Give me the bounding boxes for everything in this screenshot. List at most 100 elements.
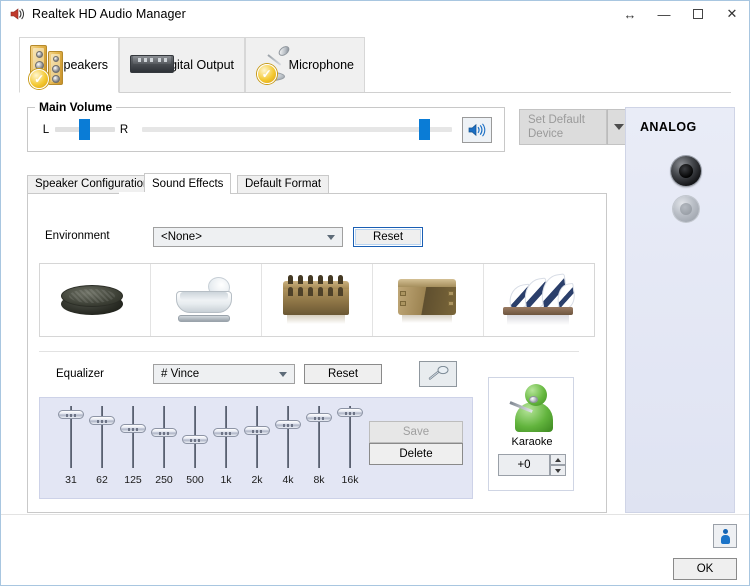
equalizer-band-thumb[interactable] xyxy=(151,428,177,438)
equalizer-band-thumb[interactable] xyxy=(182,435,208,445)
environment-preset-stone-room[interactable] xyxy=(261,264,372,336)
environment-preset-bathroom[interactable] xyxy=(150,264,261,336)
maximize-button[interactable] xyxy=(681,1,715,27)
information-icon xyxy=(720,528,731,544)
environment-reset-label: Reset xyxy=(372,231,404,243)
equalizer-band-frequency-label: 500 xyxy=(186,474,204,486)
equalizer-band-thumb[interactable] xyxy=(120,424,146,433)
analog-jack-panel: ANALOG xyxy=(625,107,735,513)
equalizer-band[interactable]: 250 xyxy=(149,404,179,500)
equalizer-delete-button[interactable]: Delete xyxy=(369,443,463,465)
balance-slider-thumb[interactable] xyxy=(79,119,90,140)
equalizer-band[interactable]: 1k xyxy=(211,404,241,500)
equalizer-tool-button[interactable] xyxy=(419,361,457,387)
balance-right-label: R xyxy=(119,123,129,136)
environment-selected-value: <None> xyxy=(161,231,202,243)
resize-button[interactable]: ↔ xyxy=(613,1,647,27)
equalizer-band-thumb[interactable] xyxy=(337,408,363,418)
tab-sound-effects[interactable]: Sound Effects xyxy=(144,173,232,194)
analog-panel-title: ANALOG xyxy=(640,120,697,134)
ok-button-label: OK xyxy=(696,563,714,575)
equalizer-reset-label: Reset xyxy=(327,368,359,380)
spinner-down-icon xyxy=(555,468,561,473)
equalizer-preset-dropdown[interactable]: # Vince xyxy=(153,364,295,384)
karaoke-label: Karaoke xyxy=(511,436,553,448)
karaoke-person-icon[interactable] xyxy=(509,384,555,434)
equalizer-divider xyxy=(39,351,579,352)
tuning-fork-icon xyxy=(426,365,450,382)
equalizer-band-frequency-label: 250 xyxy=(155,474,173,486)
environment-preset-concert-hall[interactable] xyxy=(483,264,594,336)
karaoke-increment-button[interactable] xyxy=(550,454,566,465)
equalizer-band-thumb[interactable] xyxy=(275,419,301,429)
equalizer-band-frequency-label: 2k xyxy=(251,474,263,486)
information-button[interactable] xyxy=(713,524,737,548)
device-tab-bar: ✓ Speakers Digital Output ✓ Microphone xyxy=(19,37,731,93)
equalizer-band[interactable]: 8k xyxy=(304,404,334,500)
equalizer-selected-preset: # Vince xyxy=(161,368,200,380)
karaoke-decrement-button[interactable] xyxy=(550,465,566,476)
opera-house-thumbnail xyxy=(491,271,587,329)
equalizer-save-button[interactable]: Save xyxy=(369,421,463,443)
environment-preset-strip xyxy=(39,263,595,337)
tab-default-format-label: Default Format xyxy=(245,178,322,190)
main-volume-slider[interactable] xyxy=(142,119,452,140)
window-title: Realtek HD Audio Manager xyxy=(32,7,186,21)
equalizer-save-label: Save xyxy=(402,426,430,438)
equalizer-band[interactable]: 125 xyxy=(118,404,148,500)
equalizer-band[interactable]: 16k xyxy=(335,404,365,500)
balance-left-label: L xyxy=(42,123,50,136)
mic-in-jack[interactable] xyxy=(673,196,699,222)
chevron-down-icon xyxy=(614,124,624,130)
equalizer-band[interactable]: 62 xyxy=(87,404,117,500)
equalizer-band-thumb[interactable] xyxy=(89,415,115,425)
equalizer-band-rail xyxy=(132,406,134,468)
environment-reset-button[interactable]: Reset xyxy=(353,227,423,247)
ok-button[interactable]: OK xyxy=(673,558,737,580)
tab-sound-effects-label: Sound Effects xyxy=(152,178,224,190)
equalizer-reset-button[interactable]: Reset xyxy=(304,364,382,384)
tab-microphone[interactable]: ✓ Microphone xyxy=(245,37,365,93)
set-default-device-button[interactable]: Set Default Device xyxy=(519,109,607,145)
equalizer-band-thumb[interactable] xyxy=(58,410,84,420)
line-out-jack[interactable] xyxy=(671,156,701,186)
tab-default-format[interactable]: Default Format xyxy=(237,175,330,193)
equalizer-band[interactable]: 500 xyxy=(180,404,210,500)
balance-slider[interactable] xyxy=(55,119,115,140)
bathroom-thumbnail xyxy=(158,271,254,329)
tab-digital-output[interactable]: Digital Output xyxy=(119,37,245,93)
environment-dropdown[interactable]: <None> xyxy=(153,227,343,247)
set-default-device-line1: Set Default xyxy=(528,113,585,126)
realtek-audio-manager-window: Realtek HD Audio Manager ↔ — ✕ ✓ Speaker… xyxy=(0,0,750,586)
equalizer-band-thumb[interactable] xyxy=(244,426,270,436)
equalizer-band[interactable]: 4k xyxy=(273,404,303,500)
mute-toggle-button[interactable] xyxy=(462,116,492,143)
footer-divider xyxy=(1,514,749,515)
equalizer-band-frequency-label: 31 xyxy=(65,474,77,486)
equalizer-band-frequency-label: 1k xyxy=(220,474,232,486)
equalizer-delete-label: Delete xyxy=(399,448,433,460)
main-volume-legend: Main Volume xyxy=(35,100,117,114)
minimize-button[interactable]: — xyxy=(647,1,681,27)
equalizer-band-thumb[interactable] xyxy=(213,428,239,438)
equalizer-band-thumb[interactable] xyxy=(306,413,332,423)
tab-speaker-configuration[interactable]: Speaker Configuration xyxy=(27,175,158,193)
tab-speakers-label: Speakers xyxy=(55,58,108,72)
app-speaker-icon xyxy=(9,6,25,22)
tab-microphone-label: Microphone xyxy=(288,58,354,72)
chevron-down-icon xyxy=(327,235,335,240)
window-controls: ↔ — ✕ xyxy=(613,1,749,27)
microphone-icon: ✓ xyxy=(256,44,292,85)
maximize-icon xyxy=(693,9,703,19)
equalizer-band-frequency-label: 4k xyxy=(282,474,294,486)
equalizer-band[interactable]: 31 xyxy=(56,404,86,500)
chevron-down-icon xyxy=(279,372,287,377)
close-button[interactable]: ✕ xyxy=(715,1,749,27)
karaoke-key-value[interactable]: +0 xyxy=(498,454,550,476)
environment-preset-arena[interactable] xyxy=(372,264,483,336)
environment-preset-sewer-pipe[interactable] xyxy=(40,264,150,336)
set-default-device-line2: Device xyxy=(528,128,564,140)
main-volume-slider-thumb[interactable] xyxy=(419,119,431,140)
tab-speakers[interactable]: ✓ Speakers xyxy=(19,37,119,93)
equalizer-band[interactable]: 2k xyxy=(242,404,272,500)
